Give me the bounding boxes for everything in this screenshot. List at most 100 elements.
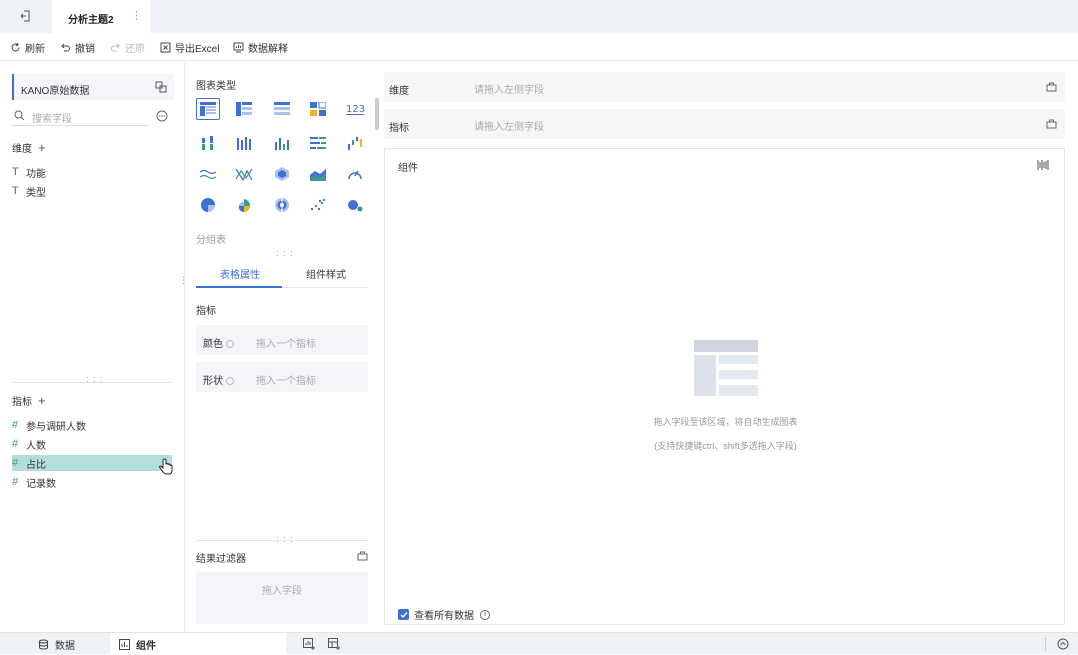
color-label-text: 颜色: [203, 339, 223, 350]
field-search[interactable]: 搜索字段: [12, 106, 148, 126]
dimension-drop-zone[interactable]: 维度 请拖入左侧字段: [384, 72, 1065, 102]
chart-stacked-column-icon[interactable]: [196, 132, 220, 154]
text-type-icon: T: [12, 185, 19, 197]
help-icon[interactable]: [226, 377, 234, 385]
redo-label: 还原: [125, 43, 145, 55]
color-drop-zone[interactable]: 颜色 拖入一个指标: [196, 325, 368, 355]
bottom-tab-component[interactable]: 组件: [110, 633, 286, 655]
measure-field-count[interactable]: # 人数: [12, 436, 46, 452]
export-excel-button[interactable]: 导出Excel: [160, 40, 220, 55]
panel-resize-handle[interactable]: ⋮: [179, 276, 188, 285]
field-label: 人数: [26, 440, 46, 452]
active-tab-indicator: [196, 286, 282, 288]
chart-type-title: 图表类型: [196, 81, 236, 92]
chart-area-icon[interactable]: [306, 163, 330, 185]
data-explain-button[interactable]: 数据解释: [233, 40, 288, 55]
dataset-selector[interactable]: KANO原始数据: [12, 74, 174, 100]
undo-icon: [61, 43, 70, 51]
measure-field-participants[interactable]: # 参与调研人数: [12, 417, 86, 433]
chart-type-scrollbar[interactable]: [375, 98, 379, 130]
chart-pie-icon[interactable]: [196, 194, 220, 216]
show-all-data-label: 查看所有数据: [414, 611, 474, 622]
text-type-icon: T: [12, 166, 19, 178]
dimension-placeholder: 请拖入左侧字段: [474, 85, 544, 96]
shape-label: 形状: [203, 372, 234, 387]
exit-icon[interactable]: [19, 10, 31, 22]
calculated-number-icon: #: [12, 476, 19, 488]
chart-radar-line-icon[interactable]: [232, 163, 256, 185]
toolbar: 刷新 撤销 还原 导出Excel 数据解释: [0, 33, 1078, 61]
dimension-axis-label: 维度: [389, 86, 409, 97]
measure-drop-zone[interactable]: 指标 请拖入左侧字段: [384, 109, 1065, 139]
show-all-data-checkbox[interactable]: 查看所有数据 i: [398, 607, 490, 622]
add-dashboard-icon[interactable]: [328, 638, 341, 650]
chart-scatter-icon[interactable]: [306, 194, 330, 216]
refresh-button[interactable]: 刷新: [10, 40, 45, 55]
add-component-icon[interactable]: [303, 638, 316, 650]
result-filter-title: 结果过滤器: [196, 554, 246, 565]
measure-placeholder: 请拖入左侧字段: [474, 122, 544, 133]
help-icon[interactable]: [226, 340, 234, 348]
measure-field-ratio[interactable]: # 占比: [12, 455, 172, 471]
bottom-tab-data[interactable]: 数据: [0, 633, 110, 655]
chart-cross-table-icon[interactable]: [232, 98, 256, 120]
chart-bubble-icon[interactable]: [343, 194, 367, 216]
hand-cursor-icon: [158, 458, 173, 475]
chart-config-panel: 图表类型 123 分组表::: 表格属性 组件样式 指标 颜色 拖入一个指…: [186, 62, 378, 632]
tab-more-icon[interactable]: ⋮: [131, 9, 142, 22]
bottom-tab-data-label: 数据: [55, 640, 75, 652]
resize-handle[interactable]: : : :: [276, 248, 294, 258]
collapse-up-icon[interactable]: [1057, 638, 1069, 650]
chart-gauge-icon[interactable]: [343, 163, 367, 185]
field-panel: KANO原始数据 搜索字段 维度 + T 功能 T 类型 : : : 指标 + …: [0, 62, 185, 632]
chart-number-icon[interactable]: 123: [343, 98, 367, 120]
chart-column-icon[interactable]: [270, 132, 294, 154]
section-divider: [12, 382, 172, 383]
tab-table-properties[interactable]: 表格属性: [220, 266, 260, 281]
chart-kpi-card-icon[interactable]: [306, 98, 330, 120]
checkbox-checked[interactable]: [398, 609, 409, 620]
measure-section-title: 指标 +: [12, 393, 46, 408]
dimension-field-type[interactable]: T 类型: [12, 183, 46, 199]
filter-settings-icon[interactable]: [357, 550, 368, 561]
redo-icon: [111, 43, 120, 51]
chart-detail-table-icon[interactable]: [270, 98, 294, 120]
component-canvas[interactable]: 组件 拖入字段至该区域，将自动生成图表 (支持快捷键ctrl、shift多选拖入…: [384, 148, 1065, 625]
table-placeholder-icon: [694, 340, 758, 396]
resize-handle[interactable]: : : :: [276, 534, 294, 544]
chart-table-icon[interactable]: [196, 98, 220, 120]
add-dimension-icon[interactable]: +: [38, 140, 46, 155]
chart-multilayer-pie-icon[interactable]: [270, 194, 294, 216]
shortcut-hint: (支持快捷键ctrl、shift多选拖入字段): [654, 441, 797, 451]
chart-grouped-column-icon[interactable]: [232, 132, 256, 154]
export-excel-label: 导出Excel: [175, 43, 220, 55]
more-options-icon[interactable]: [156, 110, 168, 122]
chart-radar-icon[interactable]: [270, 163, 294, 185]
number-type-icon: #: [12, 419, 19, 431]
shape-drop-zone[interactable]: 形状 拖入一个指标: [196, 362, 368, 392]
measure-settings-icon[interactable]: [1046, 118, 1057, 129]
refresh-icon: [11, 42, 20, 51]
undo-button[interactable]: 撤销: [60, 40, 95, 55]
measure-property-title: 指标: [196, 306, 216, 317]
chart-settings-icon[interactable]: [1037, 159, 1049, 171]
chart-bar-icon[interactable]: [306, 132, 330, 154]
filter-placeholder: 拖入字段: [262, 586, 302, 597]
chart-waterfall-icon[interactable]: [343, 132, 367, 154]
bottom-bar: 数据 组件: [0, 632, 1078, 655]
add-measure-icon[interactable]: +: [38, 393, 46, 408]
top-bar: 分析主题2 ⋮: [0, 0, 1078, 33]
chart-line-icon[interactable]: [196, 163, 220, 185]
switch-dataset-icon[interactable]: [155, 81, 167, 93]
dimension-section-title: 维度 +: [12, 140, 46, 155]
dimension-field-function[interactable]: T 功能: [12, 164, 46, 180]
measure-field-record-count[interactable]: # 记录数: [12, 474, 56, 490]
filter-drop-zone[interactable]: 拖入字段: [196, 572, 368, 624]
info-icon[interactable]: i: [480, 609, 490, 620]
bottom-separator: [1045, 637, 1046, 651]
redo-button[interactable]: 还原: [110, 40, 145, 55]
chart-rose-icon[interactable]: [232, 194, 256, 216]
dimension-settings-icon[interactable]: [1046, 81, 1057, 92]
tab-component-style[interactable]: 组件样式: [306, 266, 346, 281]
explain-icon: [233, 42, 244, 52]
